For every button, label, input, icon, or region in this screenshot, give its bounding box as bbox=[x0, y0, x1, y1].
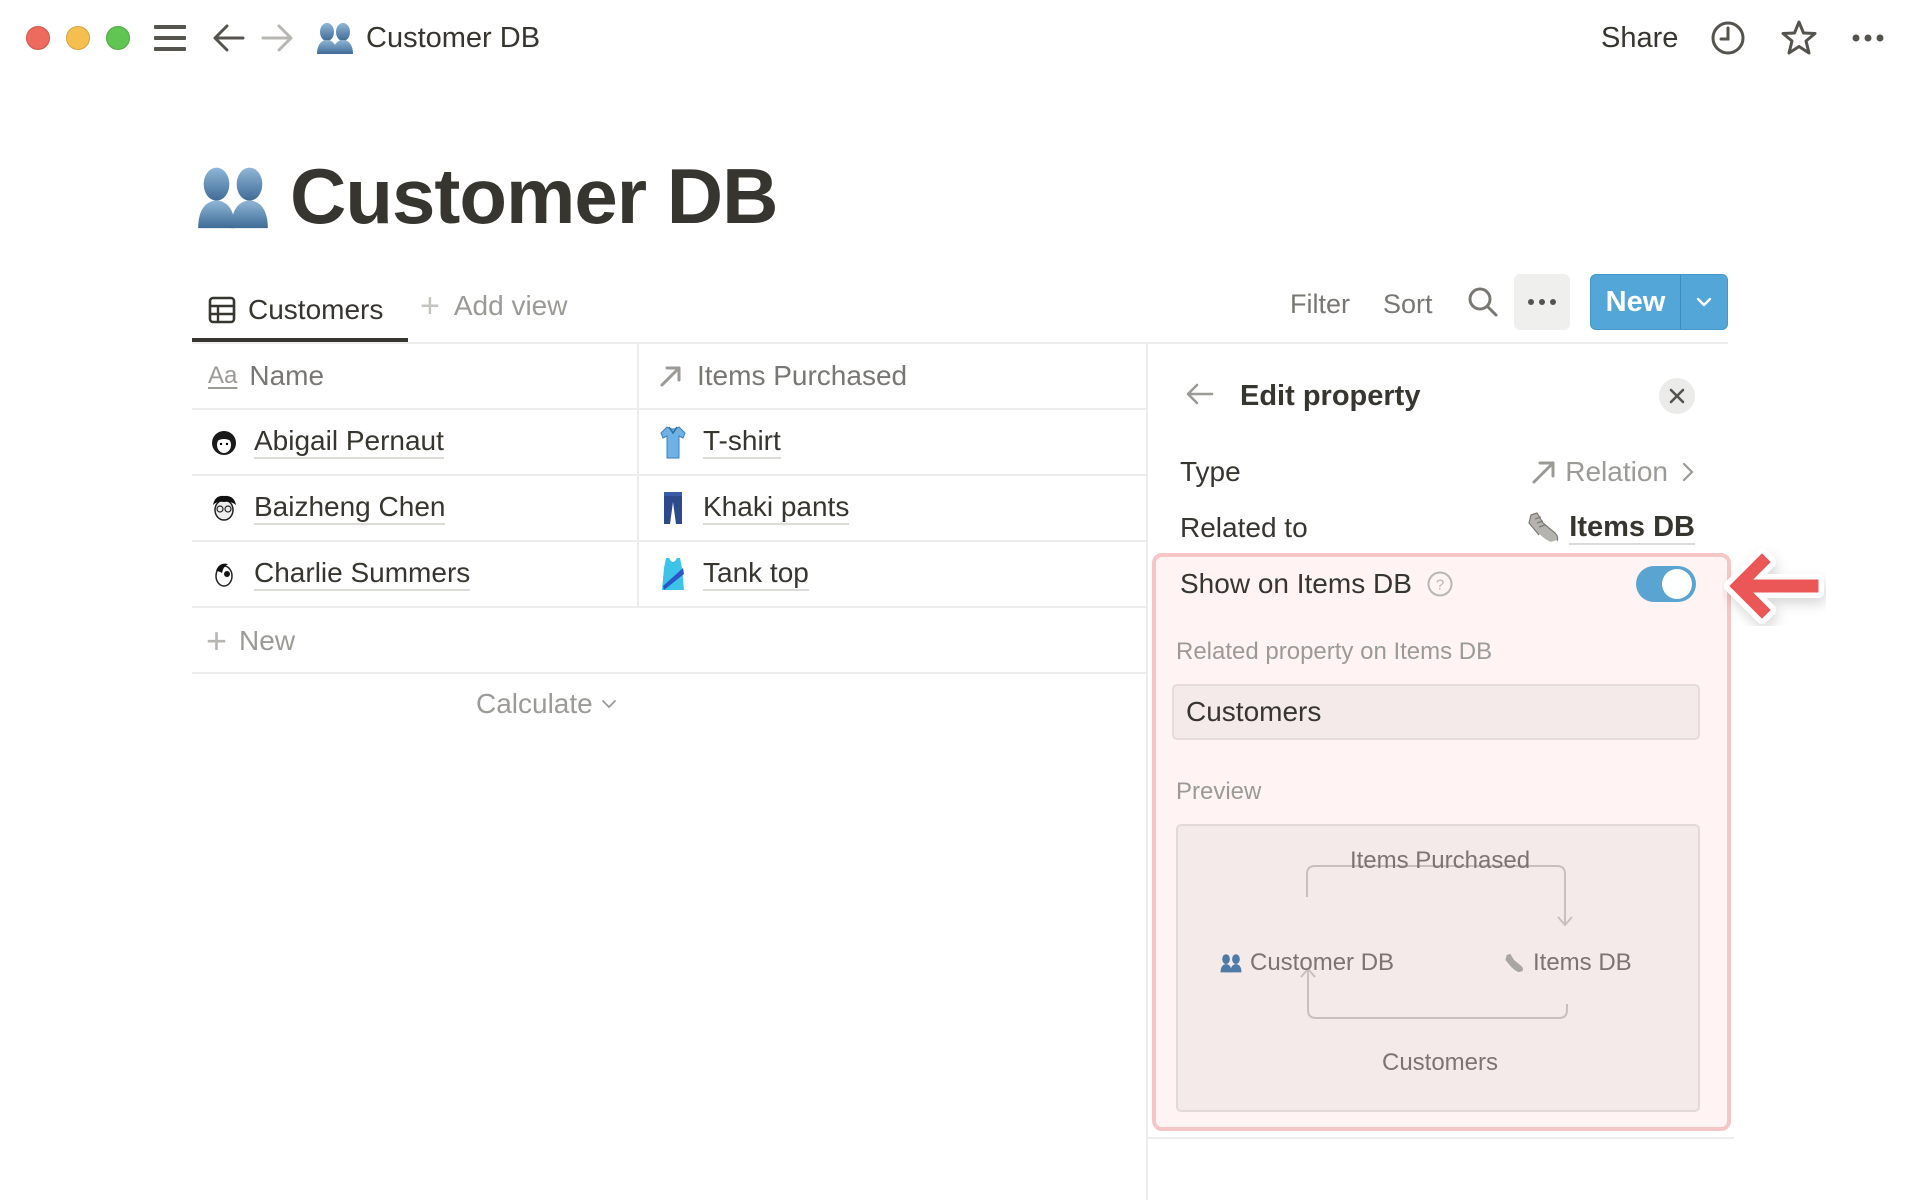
table-icon bbox=[208, 296, 236, 324]
show-on-related-label: Show on Items DB ? bbox=[1180, 564, 1454, 604]
panel-divider bbox=[1146, 344, 1148, 1200]
woman-avatar-icon bbox=[208, 424, 240, 460]
search-icon[interactable] bbox=[1465, 284, 1501, 320]
table-row: Baizheng Chen Khaki pants bbox=[192, 476, 1146, 542]
item-name[interactable]: T-shirt bbox=[703, 425, 781, 459]
related-property-label: Related property on Items DB bbox=[1176, 638, 1493, 665]
customers-table: Aa Name Items Purchased Abigail Pernaut … bbox=[192, 344, 1146, 608]
clock-icon[interactable] bbox=[1708, 18, 1748, 58]
customer-name[interactable]: Charlie Summers bbox=[254, 557, 471, 591]
svg-text:?: ? bbox=[1436, 577, 1444, 594]
chevron-down-icon bbox=[1696, 297, 1712, 307]
maximize-window-button[interactable] bbox=[106, 26, 130, 50]
item-name[interactable]: Khaki pants bbox=[703, 491, 850, 525]
text-property-icon: Aa bbox=[208, 362, 238, 389]
breadcrumb-title[interactable]: Customer DB bbox=[366, 20, 540, 56]
chevron-down-icon bbox=[601, 700, 616, 709]
name-cell[interactable]: Baizheng Chen bbox=[192, 476, 639, 540]
busts-in-silhouette-icon bbox=[317, 23, 353, 54]
tab-label: Customers bbox=[248, 294, 384, 325]
share-button[interactable]: Share bbox=[1601, 20, 1678, 56]
column-header-name[interactable]: Aa Name bbox=[192, 344, 639, 408]
source-database-name: Customer DB bbox=[1250, 949, 1395, 976]
tshirt-icon bbox=[657, 424, 689, 460]
minimize-window-button[interactable] bbox=[66, 26, 90, 50]
related-property-input[interactable]: Customers bbox=[1172, 684, 1700, 740]
forward-arrow-icon[interactable] bbox=[260, 22, 294, 54]
bottom-relation-label: Customers bbox=[1381, 1049, 1499, 1076]
top-relation-label: Items Purchased bbox=[1349, 847, 1531, 874]
related-database-name: Items DB bbox=[1569, 511, 1695, 545]
show-on-items-db-toggle[interactable] bbox=[1636, 566, 1696, 602]
customer-name[interactable]: Abigail Pernaut bbox=[254, 425, 444, 459]
name-cell[interactable]: Abigail Pernaut bbox=[192, 410, 639, 474]
divider bbox=[1148, 1137, 1734, 1139]
items-cell[interactable]: Khaki pants bbox=[639, 476, 1146, 540]
items-cell[interactable]: T-shirt bbox=[639, 410, 1146, 474]
busts-in-silhouette-icon bbox=[1220, 954, 1242, 973]
filter-button[interactable]: Filter bbox=[1290, 284, 1350, 324]
target-database-node: Items DB bbox=[1503, 948, 1632, 978]
calculate-label: Calculate bbox=[476, 688, 593, 719]
items-cell[interactable]: Tank top bbox=[639, 542, 1146, 606]
close-window-button[interactable] bbox=[26, 26, 50, 50]
page-title[interactable]: Customer DB bbox=[290, 150, 778, 242]
sidebar-menu-icon[interactable] bbox=[154, 25, 186, 51]
back-arrow-icon[interactable] bbox=[1182, 376, 1218, 412]
title-bar: Customer DB Share bbox=[0, 0, 1920, 78]
toggle-knob bbox=[1662, 569, 1692, 599]
property-type-selector[interactable]: Relation bbox=[1529, 452, 1694, 492]
panel-title: Edit property bbox=[1240, 380, 1421, 412]
target-database-name: Items DB bbox=[1533, 949, 1632, 976]
man-glasses-avatar-icon bbox=[208, 490, 240, 526]
new-dropdown-button[interactable] bbox=[1681, 275, 1727, 329]
relation-preview: Items Purchased Customer DB Items DB Cus… bbox=[1176, 824, 1700, 1112]
plus-icon: + bbox=[206, 620, 228, 661]
add-row-button[interactable]: + New bbox=[192, 610, 1146, 674]
page-icon-busts[interactable] bbox=[196, 164, 270, 230]
preview-label: Preview bbox=[1176, 778, 1262, 805]
close-icon bbox=[1669, 388, 1685, 404]
close-panel-button[interactable] bbox=[1659, 378, 1695, 414]
name-cell[interactable]: Charlie Summers bbox=[192, 542, 639, 606]
help-icon[interactable]: ? bbox=[1426, 570, 1454, 598]
new-button[interactable]: New bbox=[1591, 275, 1681, 329]
table-row: Abigail Pernaut T-shirt bbox=[192, 410, 1146, 476]
man-avatar-icon bbox=[208, 556, 240, 592]
table-header-row: Aa Name Items Purchased bbox=[192, 344, 1146, 410]
new-row-label: New bbox=[239, 625, 296, 656]
calculate-dropdown[interactable]: Calculate bbox=[476, 688, 617, 720]
shoe-icon bbox=[1505, 953, 1523, 973]
plus-icon: + bbox=[420, 286, 440, 325]
sort-button[interactable]: Sort bbox=[1383, 284, 1433, 324]
tank-top-icon bbox=[657, 556, 689, 592]
relation-arrow-icon bbox=[660, 366, 681, 387]
callout-arrow-icon bbox=[1724, 548, 1824, 624]
customer-name[interactable]: Baizheng Chen bbox=[254, 491, 446, 525]
add-view-label: Add view bbox=[453, 290, 568, 321]
view-more-button[interactable] bbox=[1514, 274, 1570, 330]
table-row: Charlie Summers Tank top bbox=[192, 542, 1146, 608]
star-icon[interactable] bbox=[1779, 18, 1819, 58]
shoe-icon bbox=[1528, 512, 1559, 545]
item-name[interactable]: Tank top bbox=[703, 557, 809, 591]
jeans-icon bbox=[657, 490, 689, 526]
column-header-items-purchased[interactable]: Items Purchased bbox=[639, 344, 1146, 408]
column-label: Name bbox=[249, 360, 325, 391]
new-button-group: New bbox=[1590, 274, 1728, 330]
type-label: Type bbox=[1180, 456, 1241, 487]
column-label: Items Purchased bbox=[697, 360, 908, 391]
tab-customers-view[interactable]: Customers bbox=[192, 282, 383, 338]
more-options-icon[interactable] bbox=[1848, 18, 1888, 58]
source-database-node: Customer DB bbox=[1220, 948, 1394, 978]
add-view-button[interactable]: + Add view bbox=[420, 286, 567, 326]
related-to-label: Related to bbox=[1180, 512, 1308, 543]
related-database-link[interactable]: Items DB bbox=[1525, 508, 1695, 548]
back-arrow-icon[interactable] bbox=[212, 22, 246, 54]
relation-arrow-icon bbox=[1532, 461, 1555, 484]
show-on-text: Show on Items DB bbox=[1180, 568, 1412, 599]
chevron-right-icon bbox=[1682, 462, 1694, 482]
type-value: Relation bbox=[1565, 456, 1668, 487]
